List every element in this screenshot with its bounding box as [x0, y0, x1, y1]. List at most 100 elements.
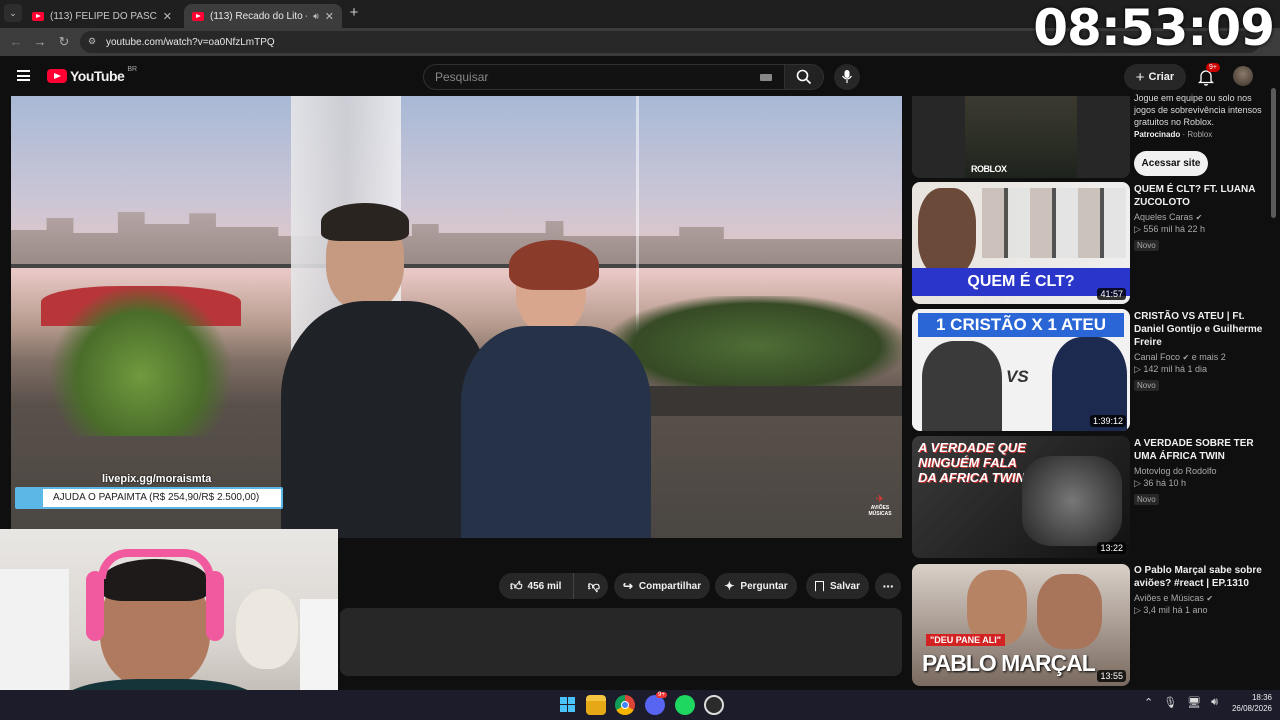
- youtube-logo[interactable]: YouTube BR: [47, 66, 138, 84]
- notifications-button[interactable]: 9+: [1196, 63, 1220, 87]
- recommended-thumbnail[interactable]: "DEU PANE ALI" PABLO MARÇAL 13:55: [912, 564, 1130, 686]
- avatar[interactable]: [1233, 66, 1253, 86]
- live-views-icon: ▷: [1134, 224, 1144, 234]
- system-clock[interactable]: 18:36 26/08/2026: [1220, 692, 1272, 714]
- video-title[interactable]: QUEM É CLT? FT. LUANA ZUCOLOTO: [1134, 183, 1264, 209]
- menu-icon[interactable]: [17, 70, 30, 81]
- ad-thumbnail[interactable]: ROBLOX: [965, 96, 1077, 178]
- obs-icon[interactable]: [704, 695, 724, 715]
- ask-label: Perguntar: [740, 580, 788, 592]
- advertiser-name: Roblox: [1187, 130, 1213, 139]
- description-box[interactable]: [340, 608, 902, 676]
- network-icon[interactable]: 🖥︎: [1187, 696, 1201, 709]
- video-title[interactable]: O Pablo Marçal sabe sobre aviões? #react…: [1134, 564, 1264, 590]
- spotify-icon[interactable]: [675, 695, 695, 715]
- more-actions-button[interactable]: ···: [875, 573, 901, 599]
- ad-cta-button[interactable]: Acessar site: [1134, 151, 1208, 176]
- close-tab-icon[interactable]: ✕: [163, 10, 172, 23]
- video-person-woman: [451, 240, 651, 538]
- page-scrollbar[interactable]: [1271, 88, 1276, 218]
- discord-icon[interactable]: 9+: [645, 692, 667, 715]
- youtube-favicon-icon: [32, 11, 44, 21]
- search-input[interactable]: Pesquisar: [423, 64, 785, 90]
- youtube-favicon-icon: [192, 11, 204, 21]
- tab-title: (113) FELIPE DO PASCOAL - BO: [50, 10, 157, 22]
- view-count: 142 mil: [1143, 364, 1173, 374]
- chrome-icon[interactable]: [615, 695, 635, 715]
- donation-goal-bar: AJUDA O PAPAIMTA (R$ 254,90/R$ 2.500,00): [15, 487, 283, 509]
- recommended-thumbnail[interactable]: 1 CRISTÃO X 1 ATEU VS 1:39:12: [912, 309, 1130, 431]
- video-duration: 13:22: [1097, 542, 1126, 554]
- search-button[interactable]: [784, 64, 824, 90]
- sparkle-icon: ✦: [724, 579, 735, 593]
- voice-search-button[interactable]: [834, 64, 860, 90]
- region-code: BR: [127, 66, 138, 73]
- youtube-header: YouTube BR Pesquisar + Criar 9+: [0, 56, 1280, 96]
- microphone-tray-icon[interactable]: 🎙︎: [1163, 696, 1177, 709]
- save-label: Salvar: [829, 580, 861, 592]
- donation-progress-fill: [17, 489, 44, 507]
- bookmark-icon: [814, 580, 824, 592]
- forward-button[interactable]: →: [32, 34, 48, 50]
- save-button[interactable]: Salvar: [806, 573, 869, 599]
- video-player[interactable]: livepix.gg/moraismta AJUDA O PAPAIMTA (R…: [11, 96, 902, 538]
- video-duration: 1:39:12: [1089, 415, 1126, 427]
- channel-name[interactable]: Aqueles Caras: [1134, 212, 1193, 222]
- site-info-icon[interactable]: ⚙: [88, 36, 98, 46]
- upload-age: há 10 h: [1155, 478, 1186, 488]
- ad-text: Jogue em equipe ou solo nos jogos de sob…: [1134, 93, 1262, 127]
- reload-button[interactable]: ↻: [56, 34, 72, 50]
- recommended-meta: A VERDADE SOBRE TER UMA ÁFRICA TWIN Moto…: [1134, 437, 1264, 507]
- thumbnail-quote-text: "DEU PANE ALI": [926, 634, 1006, 646]
- channel-name[interactable]: Aviões e Músicas: [1134, 593, 1204, 603]
- plus-icon: +: [1135, 68, 1145, 86]
- verified-icon: ✔: [1182, 353, 1190, 362]
- mute-tab-icon[interactable]: 🔊︎: [313, 11, 319, 22]
- share-icon: ↪: [622, 579, 633, 593]
- browser-tab[interactable]: (113) FELIPE DO PASCOAL - BO ✕: [24, 4, 180, 28]
- verified-icon: ✔: [1206, 594, 1214, 603]
- volume-icon[interactable]: 🔊︎: [1211, 696, 1218, 709]
- video-duration: 41:57: [1097, 288, 1126, 300]
- roblox-brand: ROBLOX: [971, 164, 1007, 174]
- back-button[interactable]: ←: [8, 34, 24, 50]
- recommended-thumbnail[interactable]: A VERDADE QUE NINGUÉM FALA DA AFRICA TWI…: [912, 436, 1130, 558]
- ask-button[interactable]: ✦ Perguntar: [715, 573, 797, 599]
- keyboard-icon[interactable]: [760, 74, 772, 81]
- create-label: Criar: [1148, 71, 1175, 83]
- youtube-play-icon: [47, 69, 67, 83]
- stream-clock-overlay: 08:53:09: [1033, 0, 1275, 57]
- video-scene-plants-left: [51, 286, 231, 436]
- dislike-button[interactable]: 👎︎: [580, 579, 608, 594]
- view-count: 556 mil: [1143, 224, 1173, 234]
- like-button[interactable]: 👍︎ 456 mil: [499, 573, 574, 599]
- recommended-meta: O Pablo Marçal sabe sobre aviões? #react…: [1134, 564, 1264, 616]
- chevron-up-icon[interactable]: ⌃: [1144, 696, 1153, 709]
- share-button[interactable]: ↪ Compartilhar: [614, 573, 710, 599]
- url-text: youtube.com/watch?v=oa0NfzLmTPQ: [106, 36, 275, 48]
- view-count: 3,4 mil: [1143, 605, 1170, 615]
- channel-name[interactable]: Motovlog do Rodolfo: [1134, 466, 1217, 476]
- share-label: Compartilhar: [638, 580, 702, 592]
- tab-list-button[interactable]: ⌄: [4, 4, 22, 22]
- recommended-meta: QUEM É CLT? FT. LUANA ZUCOLOTO Aqueles C…: [1134, 183, 1264, 253]
- like-count: 456 mil: [527, 580, 562, 592]
- file-explorer-icon[interactable]: [586, 695, 606, 715]
- video-title[interactable]: A VERDADE SOBRE TER UMA ÁFRICA TWIN: [1134, 437, 1264, 463]
- system-tray: ⌃ 🎙︎ 🖥︎ 🔊︎: [1144, 696, 1218, 709]
- close-tab-icon[interactable]: ✕: [325, 10, 334, 23]
- windows-start-icon[interactable]: [558, 695, 578, 715]
- discord-badge: 9+: [656, 692, 667, 698]
- live-views-icon: ▷: [1134, 605, 1144, 615]
- more-icon: ···: [882, 578, 895, 594]
- search-placeholder: Pesquisar: [435, 70, 489, 84]
- new-badge: Novo: [1134, 380, 1159, 391]
- video-duration: 13:55: [1097, 670, 1126, 682]
- recommended-thumbnail[interactable]: QUEM É CLT? 41:57: [912, 182, 1130, 304]
- channel-name[interactable]: Canal Foco: [1134, 352, 1180, 362]
- video-title[interactable]: CRISTÃO VS ATEU | Ft. Daniel Gontijo e G…: [1134, 310, 1264, 349]
- browser-tab-active[interactable]: (113) Recado do Lito - YouT 🔊︎ ✕: [184, 4, 342, 28]
- sponsored-label: Patrocinado: [1134, 130, 1181, 139]
- new-tab-button[interactable]: +: [346, 5, 362, 21]
- create-button[interactable]: + Criar: [1124, 64, 1186, 90]
